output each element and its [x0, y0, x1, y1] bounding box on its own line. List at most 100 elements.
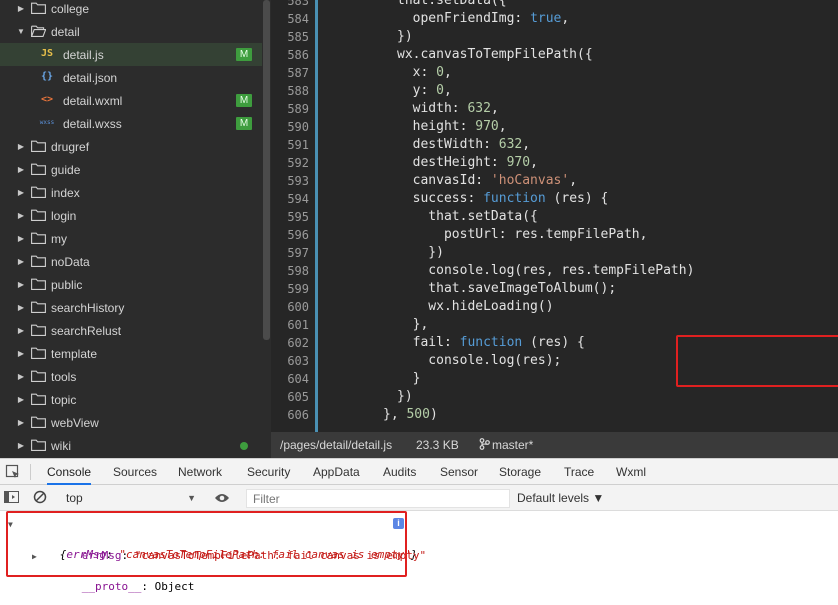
chevron-right-icon[interactable]: ▶ — [16, 211, 26, 221]
code-token: canvasId: — [397, 173, 491, 188]
chevron-right-icon[interactable]: ▶ — [16, 280, 26, 290]
tree-folder-detail[interactable]: ▼ detail — [0, 20, 262, 43]
tree-folder-login[interactable]: ▶ login — [0, 204, 262, 227]
line-number: 604 — [287, 372, 309, 386]
tree-file-detail-wxml[interactable]: <> detail.wxml M — [0, 89, 262, 112]
code-token: that.saveImageToAlbum(); — [397, 281, 617, 296]
tab-wxml[interactable]: Wxml — [616, 459, 646, 485]
tree-folder-tools[interactable]: ▶ tools — [0, 365, 262, 388]
line-number: 587 — [287, 66, 309, 80]
code-line[interactable]: }, 500) — [383, 406, 438, 424]
code-line[interactable]: success: function (res) { — [397, 190, 609, 208]
code-line[interactable]: that.setData({ — [397, 208, 538, 226]
tab-storage[interactable]: Storage — [499, 459, 541, 485]
folder-icon — [31, 140, 46, 152]
code-line[interactable]: console.log(res, res.tempFilePath) — [397, 262, 694, 280]
chevron-right-icon[interactable]: ▶ — [16, 418, 26, 428]
chevron-right-icon[interactable]: ▶ — [16, 395, 26, 405]
toolbar-divider — [30, 464, 31, 480]
tree-folder-college[interactable]: ▶ college — [0, 0, 262, 20]
code-line[interactable]: x: 0, — [397, 64, 452, 82]
tree-folder-guide[interactable]: ▶ guide — [0, 158, 262, 181]
chevron-down-icon[interactable]: ▼ — [16, 27, 26, 37]
chevron-right-icon[interactable]: ▶ — [16, 4, 26, 14]
code-line[interactable]: destHeight: 970, — [397, 154, 538, 172]
code-token: that.setData({ — [397, 0, 507, 8]
tree-folder-wiki[interactable]: ▶ wiki — [0, 434, 262, 457]
scrollbar-thumb[interactable] — [263, 0, 270, 340]
chevron-right-icon[interactable]: ▶ — [16, 441, 26, 451]
code-line[interactable]: } — [397, 370, 421, 388]
code-line[interactable]: wx.hideLoading() — [397, 298, 553, 316]
tree-item-label: my — [51, 232, 67, 246]
code-line[interactable]: height: 970, — [397, 118, 507, 136]
code-token: , — [569, 173, 578, 188]
sidebar-toggle-icon[interactable] — [4, 490, 19, 509]
tree-folder-index[interactable]: ▶ index — [0, 181, 262, 204]
tree-item-label: detail.json — [63, 71, 118, 85]
code-token: ) — [429, 407, 438, 422]
tab-sources[interactable]: Sources — [113, 459, 157, 485]
clear-console-icon[interactable] — [33, 490, 47, 509]
tab-console[interactable]: Console — [47, 459, 92, 485]
tab-trace[interactable]: Trace — [564, 459, 594, 485]
code-line[interactable]: }) — [397, 244, 444, 262]
tree-folder-noData[interactable]: ▶ noData — [0, 250, 262, 273]
code-line[interactable]: postUrl: res.tempFilePath, — [397, 226, 648, 244]
tree-item-label: template — [51, 347, 98, 361]
code-line[interactable]: console.log(res); — [397, 352, 561, 370]
log-levels-dropdown[interactable]: Default levels ▼ — [517, 489, 604, 507]
code-line[interactable]: that.setData({ — [397, 0, 507, 10]
code-token: , — [490, 101, 499, 116]
context-selector[interactable]: top ▼ — [60, 489, 200, 507]
code-line[interactable]: width: 632, — [397, 100, 499, 118]
code-token: }, — [397, 317, 429, 332]
tab-sensor[interactable]: Sensor — [440, 459, 478, 485]
code-line[interactable]: }, — [397, 316, 429, 334]
code-line[interactable]: }) — [397, 388, 413, 406]
chevron-right-icon[interactable]: ▶ — [16, 349, 26, 359]
tree-folder-searchRelust[interactable]: ▶ searchRelust — [0, 319, 262, 342]
code-line[interactable]: y: 0, — [397, 82, 452, 100]
tab-appdata[interactable]: AppData — [313, 459, 360, 485]
git-branch[interactable]: master* — [492, 438, 533, 452]
tree-folder-searchHistory[interactable]: ▶ searchHistory — [0, 296, 262, 319]
tree-folder-my[interactable]: ▶ my — [0, 227, 262, 250]
tree-folder-public[interactable]: ▶ public — [0, 273, 262, 296]
tree-file-detail-json[interactable]: {} detail.json — [0, 66, 262, 89]
code-token: , — [561, 11, 570, 26]
code-line[interactable]: openFriendImg: true, — [397, 10, 570, 28]
tree-folder-template[interactable]: ▶ template — [0, 342, 262, 365]
chevron-right-icon[interactable]: ▶ — [16, 372, 26, 382]
tree-folder-topic[interactable]: ▶ topic — [0, 388, 262, 411]
tab-security[interactable]: Security — [247, 459, 290, 485]
tree-item-label: noData — [51, 255, 90, 269]
code-line[interactable]: destWidth: 632, — [397, 136, 530, 154]
tree-folder-drugref[interactable]: ▶ drugref — [0, 135, 262, 158]
tree-scrollbar[interactable] — [262, 0, 271, 458]
chevron-right-icon[interactable]: ▶ — [16, 326, 26, 336]
code-line[interactable]: that.saveImageToAlbum(); — [397, 280, 616, 298]
line-number: 602 — [287, 336, 309, 350]
inspect-element-icon[interactable] — [5, 464, 21, 480]
tree-item-label: detail.wxml — [63, 94, 123, 108]
chevron-right-icon[interactable]: ▶ — [16, 303, 26, 313]
chevron-right-icon[interactable]: ▶ — [16, 142, 26, 152]
chevron-right-icon[interactable]: ▶ — [16, 234, 26, 244]
code-editor[interactable]: 583 584 585 586 587 588 589 590 591 592 593 594 595 5… — [271, 0, 838, 432]
chevron-right-icon[interactable]: ▶ — [16, 165, 26, 175]
tree-file-detail-wxss[interactable]: wxss detail.wxss M — [0, 112, 262, 135]
tab-network[interactable]: Network — [178, 459, 222, 485]
tab-audits[interactable]: Audits — [383, 459, 416, 485]
tree-file-detail-js[interactable]: JS detail.js M — [0, 43, 262, 66]
code-line[interactable]: }) — [397, 28, 413, 46]
tree-folder-webView[interactable]: ▶ webView — [0, 411, 262, 434]
chevron-right-icon[interactable]: ▶ — [16, 257, 26, 267]
eye-icon[interactable] — [214, 491, 230, 509]
chevron-right-icon[interactable]: ▶ — [16, 188, 26, 198]
code-line[interactable]: canvasId: 'hoCanvas', — [397, 172, 577, 190]
code-line[interactable]: wx.canvasToTempFilePath({ — [397, 46, 593, 64]
code-line[interactable]: fail: function (res) { — [397, 334, 585, 352]
line-number: 606 — [287, 408, 309, 422]
console-filter-input[interactable] — [246, 489, 510, 508]
